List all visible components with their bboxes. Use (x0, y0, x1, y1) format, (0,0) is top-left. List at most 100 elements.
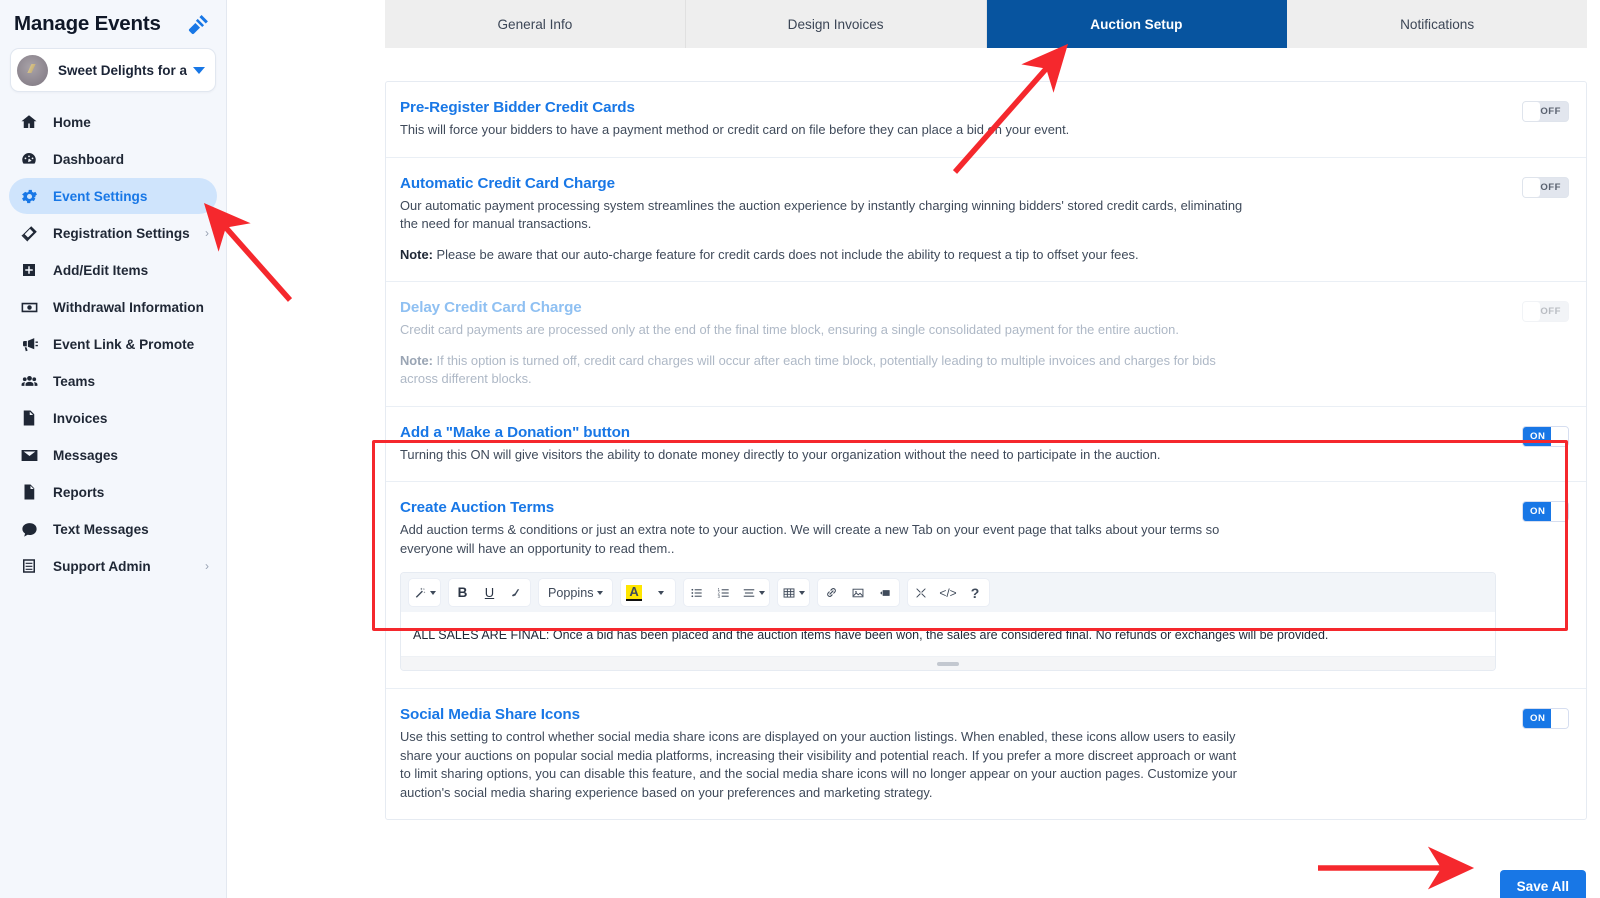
editor-content[interactable]: ALL SALES ARE FINAL: Once a bid has been… (401, 612, 1495, 656)
toggle-label: OFF (1540, 106, 1561, 117)
envelope-icon (18, 444, 40, 466)
toggle-knob (1523, 177, 1541, 197)
megaphone-icon (18, 333, 40, 355)
setting-note-label: Note: (400, 352, 433, 368)
save-all-button[interactable]: Save All (1499, 870, 1586, 898)
toggle-label: ON (1523, 426, 1552, 446)
setting-toggle[interactable]: OFF (1522, 301, 1569, 322)
bullet-list-icon[interactable] (684, 579, 711, 606)
setting-note-label: Note: (400, 246, 433, 262)
toggle-label: OFF (1540, 181, 1561, 193)
sidebar-item-dashboard[interactable]: Dashboard (9, 141, 217, 177)
setting-toggle[interactable]: OFF (1522, 176, 1569, 198)
toggle-knob (1551, 502, 1568, 521)
invoice-icon (18, 407, 40, 429)
image-icon[interactable] (845, 579, 872, 606)
setting-description: Turning this ON will give visitors the a… (400, 446, 1161, 462)
setting-toggle[interactable]: ON (1522, 708, 1569, 729)
table-icon[interactable] (778, 579, 809, 606)
toolbar-group: A (620, 579, 675, 606)
setting-title: Delay Credit Card Charge (400, 299, 582, 316)
magic-wand-icon[interactable] (409, 579, 440, 606)
footer-actions: Save All (385, 820, 1587, 898)
tab-label: Design Invoices (787, 16, 884, 32)
event-selector[interactable]: Sweet Delights for a ... (10, 48, 216, 92)
sidebar-item-label: Invoices (53, 410, 108, 426)
editor-resize-handle[interactable] (401, 656, 1495, 670)
money-icon (18, 296, 40, 318)
color-dropdown-icon[interactable] (648, 579, 675, 606)
code-view-icon[interactable]: </> (935, 579, 962, 606)
clear-format-icon[interactable] (503, 579, 530, 606)
setting-row: Social Media Share Icons Use this setting… (386, 689, 1586, 819)
sidebar-item-messages[interactable]: Messages (9, 437, 217, 473)
grip-icon (937, 661, 959, 666)
chevron-down-icon (193, 66, 205, 74)
sidebar-item-teams[interactable]: Teams (9, 363, 217, 399)
text-highlight-icon[interactable]: A (621, 579, 648, 606)
plus-square-icon (18, 259, 40, 281)
font-family-select[interactable]: Poppins (539, 579, 612, 606)
bold-icon[interactable]: B (449, 579, 476, 606)
sidebar-item-event-link-promote[interactable]: Event Link & Promote (9, 326, 217, 362)
setting-row: Automatic Credit Card Charge Our automati… (386, 158, 1586, 282)
event-selector-label: Sweet Delights for a ... (58, 62, 187, 78)
setting-title: Automatic Credit Card Charge (400, 174, 615, 192)
toggle-wrap: OFF (1522, 175, 1569, 198)
underline-icon[interactable]: U (476, 579, 503, 606)
numbered-list-icon[interactable]: 123 (711, 579, 738, 606)
toolbar-group: 123 (683, 579, 769, 606)
sidebar-item-event-settings[interactable]: Event Settings (9, 178, 217, 214)
avatar (17, 54, 48, 86)
toolbar-group: BU (449, 579, 530, 606)
tab-general-info[interactable]: General Info (385, 0, 686, 48)
sidebar-item-home[interactable]: Home (9, 104, 217, 140)
setting-note: Note: Please be aware that our auto-char… (400, 246, 1245, 265)
toggle-knob (1523, 302, 1541, 321)
toolbar-group: </>? (907, 579, 989, 606)
sidebar-item-invoices[interactable]: Invoices (9, 400, 217, 436)
home-icon (18, 111, 40, 133)
help-icon[interactable]: ? (962, 579, 989, 606)
setting-toggle[interactable]: ON (1522, 425, 1569, 447)
tab-auction-setup[interactable]: Auction Setup (986, 0, 1288, 48)
ticket-icon (18, 222, 40, 244)
main-content: General Info Design Invoices Auction Setup… (227, 0, 1600, 898)
toggle-label: OFF (1540, 306, 1561, 317)
chevron-down-icon (658, 590, 665, 595)
setting-description: Use this setting to control whether soci… (400, 729, 1237, 800)
link-icon[interactable] (818, 579, 845, 606)
fullscreen-icon[interactable] (908, 579, 935, 606)
sidebar-item-add-edit-items[interactable]: Add/Edit Items (9, 252, 217, 288)
sidebar-item-reports[interactable]: Reports (9, 474, 217, 510)
toggle-wrap: OFF (1522, 299, 1569, 322)
setting-title: Pre-Register Bidder Credit Cards (400, 99, 635, 116)
setting-description: Add auction terms & conditions or just a… (400, 522, 1220, 556)
setting-row: Create Auction Terms Add auction terms & … (386, 482, 1586, 689)
gear-icon (18, 185, 40, 207)
gavel-icon (188, 13, 210, 35)
sidebar-nav: Home Dashboard Event Settings Registration … (0, 104, 226, 584)
svg-text:3: 3 (718, 593, 721, 598)
sidebar-item-registration-settings[interactable]: Registration Settings › (9, 215, 217, 251)
align-icon[interactable] (738, 579, 769, 606)
setting-toggle[interactable]: OFF (1522, 101, 1569, 122)
sidebar-item-support-admin[interactable]: Support Admin › (9, 548, 217, 584)
setting-body: Social Media Share Icons Use this setting… (400, 706, 1522, 802)
tab-notifications[interactable]: Notifications (1287, 0, 1587, 48)
sidebar-item-label: Teams (53, 373, 96, 389)
sidebar-item-label: Dashboard (53, 151, 125, 167)
chevron-right-icon: › (205, 226, 209, 240)
setting-description: This will force your bidders to have a p… (400, 122, 1070, 137)
toolbar-group: Poppins (539, 579, 612, 606)
setting-title: Social Media Share Icons (400, 706, 580, 723)
font-family-label: Poppins (548, 585, 594, 600)
video-icon[interactable] (872, 579, 899, 606)
sidebar-item-text-messages[interactable]: Text Messages (9, 511, 217, 547)
sidebar-item-withdrawal-information[interactable]: Withdrawal Information (9, 289, 217, 325)
rich-text-editor: B U Poppins A 1 2 3 </>? ALL SALES ARE FINAL: On… (400, 572, 1496, 671)
setting-toggle[interactable]: ON (1522, 501, 1569, 522)
sidebar: Manage Events Sweet Delights for a ... H… (0, 0, 227, 898)
tab-design-invoices[interactable]: Design Invoices (685, 0, 987, 48)
toggle-knob (1523, 102, 1541, 121)
